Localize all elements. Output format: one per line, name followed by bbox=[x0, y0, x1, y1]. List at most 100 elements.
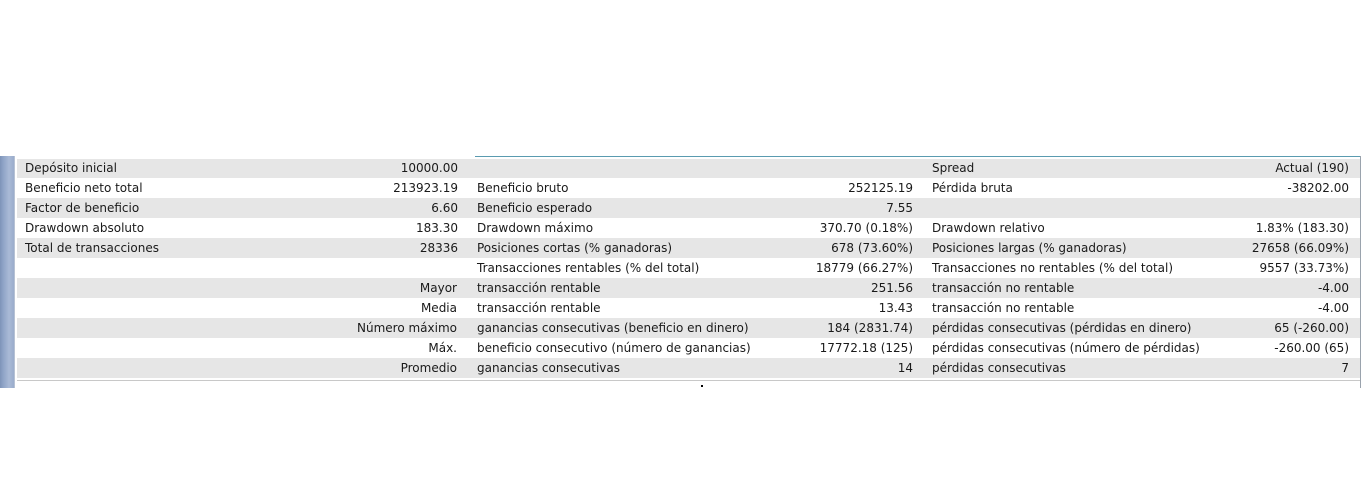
metric-label: Depósito inicial bbox=[25, 161, 117, 175]
report-cell: beneficio consecutivo (número de gananci… bbox=[469, 338, 924, 359]
metric-group-label: Máx. bbox=[428, 341, 457, 355]
metric-value: 213923.19 bbox=[393, 181, 458, 195]
metric-label: pérdidas consecutivas bbox=[932, 361, 1066, 375]
metric-value: 27658 (66.09%) bbox=[1251, 241, 1349, 255]
metric-label: transacción rentable bbox=[477, 301, 601, 315]
report-row: Factor de beneficio 6.60 Beneficio esper… bbox=[17, 198, 1360, 219]
report-cell: Beneficio bruto 252125.19 bbox=[469, 178, 924, 199]
metric-label: ganancias consecutivas bbox=[477, 361, 621, 375]
panel-side-bar[interactable] bbox=[0, 156, 15, 388]
report-cell: Beneficio neto total 213923.19 bbox=[17, 178, 469, 199]
metric-value: -38202.00 bbox=[1287, 181, 1349, 195]
metric-value: 6.60 bbox=[431, 201, 458, 215]
report-cell: Drawdown relativo 1.83% (183.30) bbox=[924, 218, 1360, 239]
metric-value: 1.83% (183.30) bbox=[1255, 221, 1349, 235]
report-cell: transacción no rentable -4.00 bbox=[924, 298, 1360, 319]
table-bottom-border bbox=[17, 380, 1360, 381]
metric-label: Spread bbox=[932, 161, 975, 175]
report-cell: Posiciones cortas (% ganadoras) 678 (73.… bbox=[469, 238, 924, 259]
metric-value: -4.00 bbox=[1317, 301, 1349, 315]
report-cell: Transacciones no rentables (% del total)… bbox=[924, 258, 1360, 279]
metric-label: Beneficio neto total bbox=[25, 181, 143, 195]
report-table: Depósito inicial 10000.00 Spread Actual … bbox=[17, 159, 1360, 379]
strategy-tester-report-panel: Depósito inicial 10000.00 Spread Actual … bbox=[0, 156, 1366, 388]
report-cell: Promedio bbox=[17, 358, 469, 379]
report-cell: ganancias consecutivas (beneficio en din… bbox=[469, 318, 924, 339]
report-cell: Depósito inicial 10000.00 bbox=[17, 159, 469, 179]
metric-value: 183.30 bbox=[416, 221, 458, 235]
metric-group-label: Media bbox=[420, 301, 457, 315]
mouse-cursor-icon bbox=[701, 385, 703, 387]
metric-label: Beneficio bruto bbox=[477, 181, 569, 195]
metric-label: Total de transacciones bbox=[25, 241, 159, 255]
report-cell: Factor de beneficio 6.60 bbox=[17, 198, 469, 219]
metric-label: Pérdida bruta bbox=[932, 181, 1013, 195]
report-row: Media transacción rentable 13.43 transac… bbox=[17, 298, 1360, 319]
metric-value: 7.55 bbox=[886, 201, 913, 215]
report-cell: Beneficio esperado 7.55 bbox=[469, 198, 924, 219]
report-row: Total de transacciones 28336 Posiciones … bbox=[17, 238, 1360, 259]
report-row: Transacciones rentables (% del total) 18… bbox=[17, 258, 1360, 279]
report-cell: ganancias consecutivas 14 bbox=[469, 358, 924, 379]
metric-label: transacción no rentable bbox=[932, 281, 1075, 295]
report-cell: Mayor bbox=[17, 278, 469, 299]
metric-label: Posiciones cortas (% ganadoras) bbox=[477, 241, 673, 255]
metric-value: -260.00 (65) bbox=[1274, 341, 1349, 355]
report-cell: Máx. bbox=[17, 338, 469, 359]
report-cell bbox=[469, 159, 924, 179]
metric-value: 28336 bbox=[419, 241, 458, 255]
report-cell bbox=[924, 198, 1360, 219]
report-cell: transacción no rentable -4.00 bbox=[924, 278, 1360, 299]
report-cell: Drawdown máximo 370.70 (0.18%) bbox=[469, 218, 924, 239]
metric-label: pérdidas consecutivas (número de pérdida… bbox=[932, 341, 1200, 355]
metric-label: Factor de beneficio bbox=[25, 201, 140, 215]
metric-label: Transacciones rentables (% del total) bbox=[477, 261, 700, 275]
report-cell: Posiciones largas (% ganadoras) 27658 (6… bbox=[924, 238, 1360, 259]
metric-label: beneficio consecutivo (número de gananci… bbox=[477, 341, 751, 355]
report-cell bbox=[17, 258, 469, 279]
report-row: Número máximo ganancias consecutivas (be… bbox=[17, 318, 1360, 339]
report-row: Máx. beneficio consecutivo (número de ga… bbox=[17, 338, 1360, 359]
metric-label: Drawdown absoluto bbox=[25, 221, 145, 235]
metric-value: 184 (2831.74) bbox=[827, 321, 913, 335]
metric-value: 252125.19 bbox=[848, 181, 913, 195]
metric-label: Transacciones no rentables (% del total) bbox=[932, 261, 1174, 275]
report-cell: Transacciones rentables (% del total) 18… bbox=[469, 258, 924, 279]
report-row: Promedio ganancias consecutivas 14 pérdi… bbox=[17, 358, 1360, 379]
metric-group-label: Mayor bbox=[419, 281, 457, 295]
metric-label: ganancias consecutivas (beneficio en din… bbox=[477, 321, 749, 335]
metric-value: 251.56 bbox=[871, 281, 913, 295]
metric-value: 370.70 (0.18%) bbox=[819, 221, 913, 235]
report-row: Drawdown absoluto 183.30 Drawdown máximo… bbox=[17, 218, 1360, 239]
report-row: Mayor transacción rentable 251.56 transa… bbox=[17, 278, 1360, 299]
report-cell: pérdidas consecutivas 7 bbox=[924, 358, 1360, 379]
report-cell: Total de transacciones 28336 bbox=[17, 238, 469, 259]
report-row: Depósito inicial 10000.00 Spread Actual … bbox=[17, 159, 1360, 179]
report-cell: Número máximo bbox=[17, 318, 469, 339]
metric-value: 65 (-260.00) bbox=[1274, 321, 1349, 335]
report-row: Beneficio neto total 213923.19 Beneficio… bbox=[17, 178, 1360, 199]
panel-top-accent-line bbox=[475, 156, 1360, 157]
report-cell: Pérdida bruta -38202.00 bbox=[924, 178, 1360, 199]
metric-label: pérdidas consecutivas (pérdidas en diner… bbox=[932, 321, 1192, 335]
metric-value: -4.00 bbox=[1317, 281, 1349, 295]
metric-value: 17772.18 (125) bbox=[819, 341, 913, 355]
metric-label: Beneficio esperado bbox=[477, 201, 593, 215]
report-cell: Spread Actual (190) bbox=[924, 159, 1360, 179]
metric-value: 9557 (33.73%) bbox=[1259, 261, 1349, 275]
metric-value: 18779 (66.27%) bbox=[815, 261, 913, 275]
report-cell: pérdidas consecutivas (número de pérdida… bbox=[924, 338, 1360, 359]
metric-value: 14 bbox=[897, 361, 913, 375]
metric-value: 13.43 bbox=[878, 301, 913, 315]
report-cell: Media bbox=[17, 298, 469, 319]
metric-label: Drawdown relativo bbox=[932, 221, 1045, 235]
metric-value: 10000.00 bbox=[400, 161, 458, 175]
report-cell: transacción rentable 251.56 bbox=[469, 278, 924, 299]
report-cell: transacción rentable 13.43 bbox=[469, 298, 924, 319]
metric-label: Posiciones largas (% ganadoras) bbox=[932, 241, 1127, 255]
metric-label: transacción rentable bbox=[477, 281, 601, 295]
metric-label: transacción no rentable bbox=[932, 301, 1075, 315]
metric-group-label: Promedio bbox=[400, 361, 457, 375]
panel-right-border bbox=[1360, 156, 1361, 388]
metric-group-label: Número máximo bbox=[357, 321, 457, 335]
